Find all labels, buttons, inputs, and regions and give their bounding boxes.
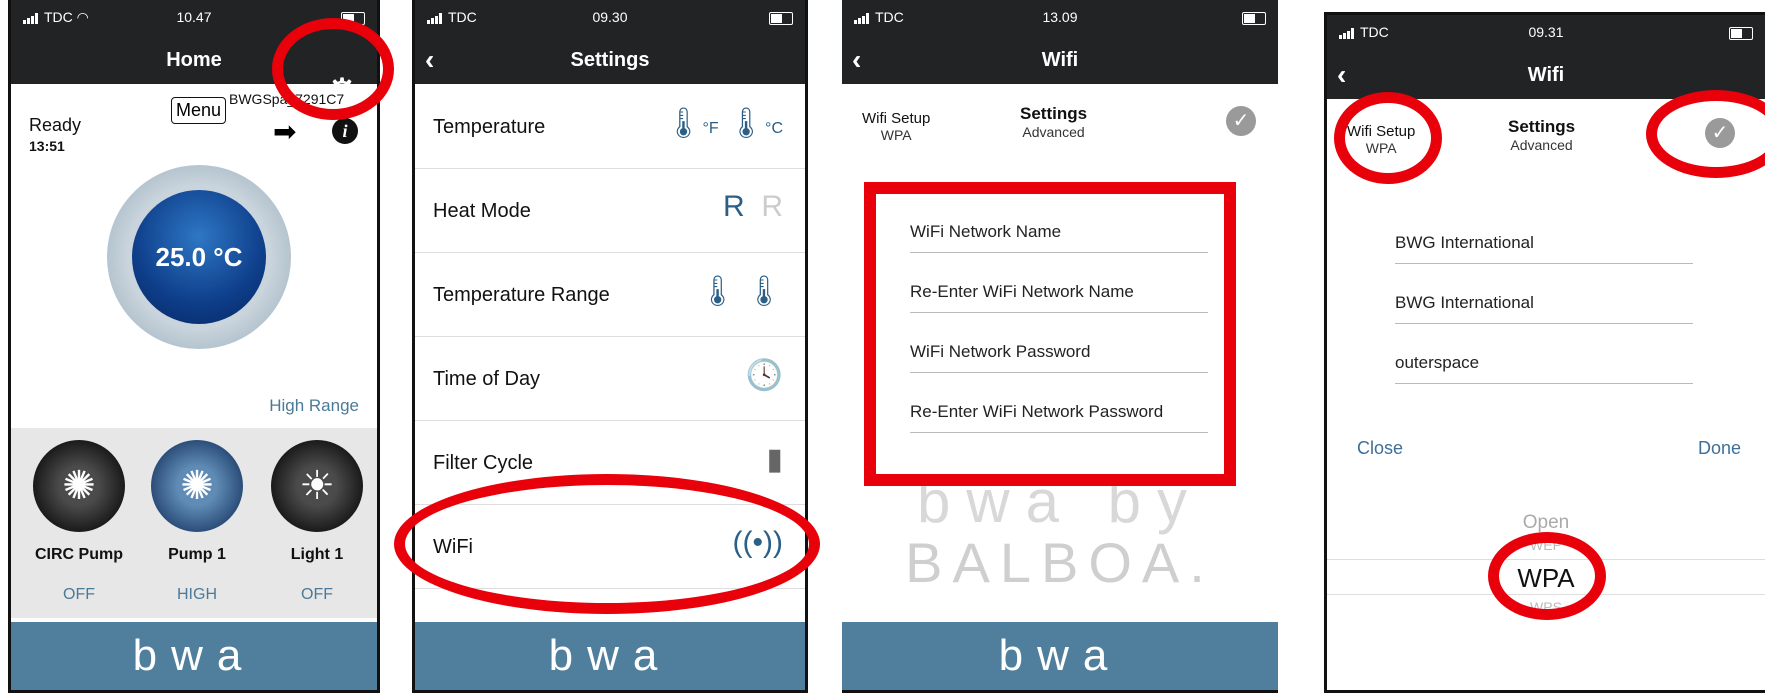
clock-label: 09.30: [592, 9, 628, 25]
light-icon[interactable]: ☀: [271, 440, 363, 532]
highlight-wifi-ring: [394, 474, 820, 614]
battery-icon: [1729, 26, 1753, 40]
settings-row-heat-mode[interactable]: Heat Mode R R: [415, 168, 805, 253]
highlight-fields-rect: [864, 182, 1236, 486]
nav-bar: ‹ Settings: [415, 36, 805, 84]
done-button[interactable]: Done: [1698, 438, 1741, 459]
heat-mode-icon[interactable]: R R: [723, 190, 783, 224]
nav-bar: ‹ Wifi: [842, 36, 1278, 84]
devices-panel: ✺ CIRC Pump OFF ✺ Pump 1 HIGH ☀ Light 1 …: [11, 428, 377, 618]
status-bar: TDC 09.31: [1327, 15, 1765, 51]
filter-icon[interactable]: ▮: [766, 442, 783, 477]
status-bar: TDC 13.09: [842, 0, 1278, 36]
settings-row-label: Temperature: [433, 116, 546, 138]
device-state: HIGH: [177, 586, 217, 603]
close-button[interactable]: Close: [1357, 438, 1403, 459]
settings-row-label: Filter Cycle: [433, 452, 534, 474]
device-label: CIRC Pump: [35, 546, 123, 563]
page-title: Settings: [570, 49, 650, 71]
device-light-1[interactable]: ☀ Light 1 OFF: [257, 428, 377, 604]
device-state: OFF: [301, 586, 333, 603]
device-state: OFF: [63, 586, 95, 603]
tab-settings-advanced[interactable]: Settings Advanced: [1508, 117, 1575, 153]
highlight-wifi-setup-ring: [1334, 92, 1442, 184]
status-time: 13:51: [29, 138, 65, 154]
settings-row-label: Temperature Range: [433, 284, 610, 306]
clock-icon[interactable]: 🕓: [746, 358, 783, 393]
tab-settings-advanced[interactable]: Settings Advanced: [1020, 104, 1087, 140]
watermark-balboa: BALBOA.: [905, 531, 1215, 594]
brand-footer: bwa: [842, 622, 1278, 690]
device-pump-1[interactable]: ✺ Pump 1 HIGH: [137, 428, 257, 604]
range-icon[interactable]: 🌡 🌡: [698, 274, 783, 309]
device-circ-pump[interactable]: ✺ CIRC Pump OFF: [19, 428, 139, 604]
pump-icon[interactable]: ✺: [151, 440, 243, 532]
thermometer-icon[interactable]: 🌡°F 🌡°C: [664, 106, 783, 141]
settings-row-label: Time of Day: [433, 368, 541, 390]
settings-row-time-of-day[interactable]: Time of Day 🕓: [415, 336, 805, 421]
clock-label: 13.09: [1042, 9, 1078, 25]
page-title: Wifi: [1527, 64, 1565, 86]
brand-footer: bwa: [415, 622, 805, 690]
temperature-value: 25.0 °C: [132, 190, 266, 324]
device-label: Pump 1: [168, 546, 226, 563]
page-title: Wifi: [1041, 49, 1079, 71]
highlight-wpa-ring: [1488, 532, 1606, 620]
picker-option[interactable]: Open: [1327, 512, 1765, 534]
settings-row-temperature[interactable]: Temperature 🌡°F 🌡°C: [415, 84, 805, 169]
network-name-confirm-value[interactable]: BWG International: [1395, 293, 1693, 324]
network-name-value[interactable]: BWG International: [1395, 233, 1693, 264]
tab-wifi-setup[interactable]: Wifi Setup WPA: [862, 110, 930, 143]
settings-row-temperature-range[interactable]: Temperature Range 🌡 🌡: [415, 252, 805, 337]
highlight-gear-ring: [272, 18, 394, 120]
status-bar: TDC 09.30: [415, 0, 805, 36]
battery-icon: [1242, 11, 1266, 25]
password-value[interactable]: outerspace: [1395, 353, 1693, 384]
brand-footer: bwa: [11, 622, 377, 690]
confirm-check-icon[interactable]: ✓: [1226, 106, 1256, 136]
battery-icon: [769, 11, 793, 25]
device-label: Light 1: [290, 546, 344, 563]
status-ready-label: Ready: [29, 115, 82, 135]
info-icon[interactable]: i: [332, 118, 358, 144]
temperature-dial[interactable]: 25.0 °C: [107, 165, 291, 349]
range-label[interactable]: High Range: [269, 396, 359, 416]
circ-pump-icon[interactable]: ✺: [33, 440, 125, 532]
menu-button[interactable]: Menu: [171, 97, 227, 124]
clock-label: 09.31: [1528, 24, 1564, 40]
arrow-right-icon[interactable]: ➡: [273, 115, 296, 148]
settings-row-label: Heat Mode: [433, 200, 531, 222]
